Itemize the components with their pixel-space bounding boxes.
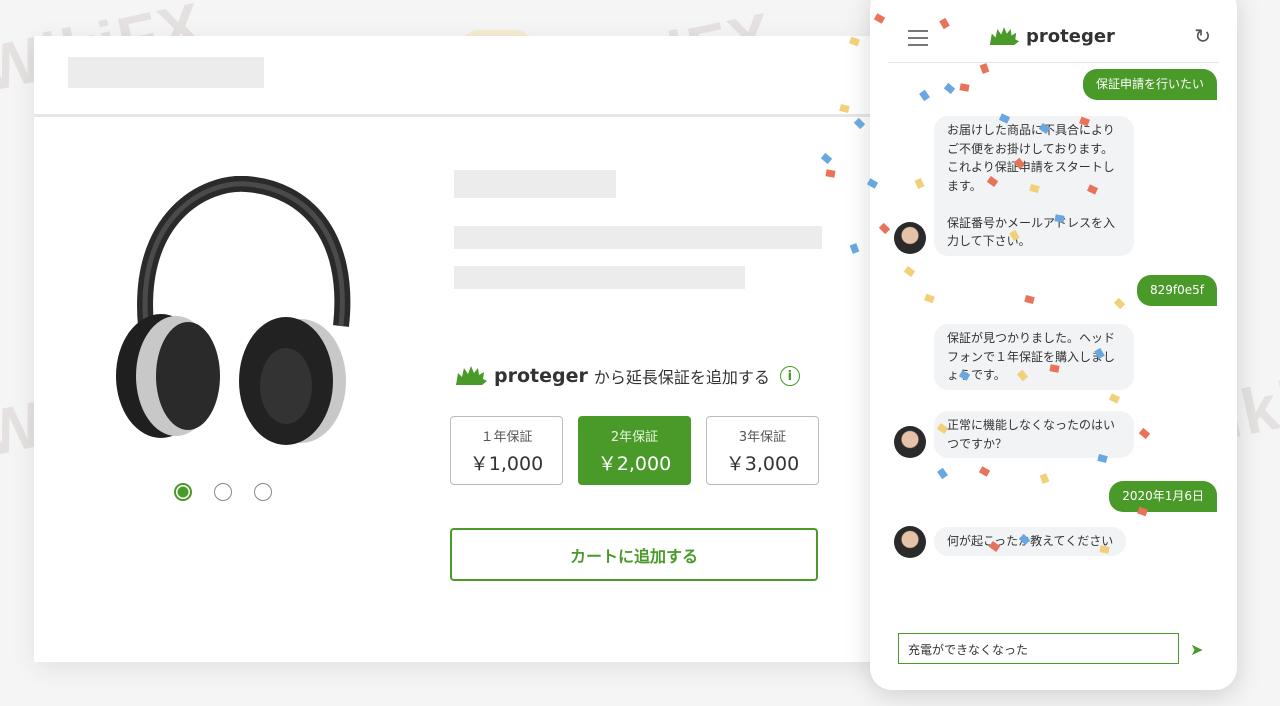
carousel-dot-2[interactable] xyxy=(214,483,232,501)
chat-panel: proteger ↻ 保証申請を行いたい お届けした商品に不具合により ご不便を… xyxy=(870,0,1237,690)
title-placeholder xyxy=(454,170,616,198)
header-bar xyxy=(34,36,934,117)
text-placeholder xyxy=(454,226,822,249)
warranty-plans: １年保証 ￥1,000 2年保証 ￥2,000 3年保証 ￥3,000 xyxy=(450,416,819,485)
plan-price: ￥1,000 xyxy=(469,452,544,475)
chat-message-bot: 正常に機能しなくなったのはい つですか？ xyxy=(934,411,1134,458)
header-placeholder xyxy=(68,57,264,88)
hedgehog-logo-icon xyxy=(989,27,1020,45)
carousel-dot-1[interactable] xyxy=(174,483,192,501)
plan-label: １年保証 xyxy=(480,429,533,445)
send-icon[interactable]: ➤ xyxy=(1190,640,1203,659)
plan-label: 2年保証 xyxy=(610,429,659,445)
chat-message-user: 保証申請を行いたい xyxy=(1082,69,1217,100)
headphones-icon xyxy=(116,176,351,445)
plan-3-year[interactable]: 3年保証 ￥3,000 xyxy=(706,416,819,485)
add-to-cart-button[interactable]: カートに追加する xyxy=(450,528,818,581)
text-placeholder xyxy=(454,266,745,289)
avatar xyxy=(894,426,926,458)
brand-name: proteger xyxy=(494,365,588,387)
plan-1-year[interactable]: １年保証 ￥1,000 xyxy=(450,416,563,485)
hedgehog-logo-icon xyxy=(456,366,487,385)
product-page: proteger から延長保証を追加する i １年保証 ￥1,000 2年保証 … xyxy=(34,36,934,662)
chat-message-user: 2020年1月6日 xyxy=(1109,481,1217,512)
chat-brand: proteger xyxy=(988,26,1115,47)
plan-price: ￥3,000 xyxy=(725,452,800,475)
carousel-dot-3[interactable] xyxy=(254,483,272,501)
plan-2-year[interactable]: 2年保証 ￥2,000 xyxy=(578,416,691,485)
chat-header: proteger ↻ xyxy=(888,16,1219,63)
warranty-offer: proteger から延長保証を追加する i xyxy=(454,364,800,388)
avatar xyxy=(894,526,926,558)
chat-message-bot: 何が起こったか教えてください xyxy=(934,527,1127,556)
chat-message-user: 829f0e5f xyxy=(1136,275,1217,306)
carousel-dots xyxy=(174,483,272,501)
avatar xyxy=(894,222,926,254)
chat-input[interactable]: 充電ができなくなった xyxy=(898,633,1179,664)
warranty-label: から延長保証を追加する xyxy=(593,368,770,387)
refresh-icon[interactable]: ↻ xyxy=(1194,24,1211,48)
plan-price: ￥2,000 xyxy=(597,452,672,475)
brand-name: proteger xyxy=(1026,26,1115,47)
info-icon[interactable]: i xyxy=(779,366,800,386)
plan-label: 3年保証 xyxy=(738,429,787,445)
hamburger-menu-icon[interactable] xyxy=(908,30,928,51)
